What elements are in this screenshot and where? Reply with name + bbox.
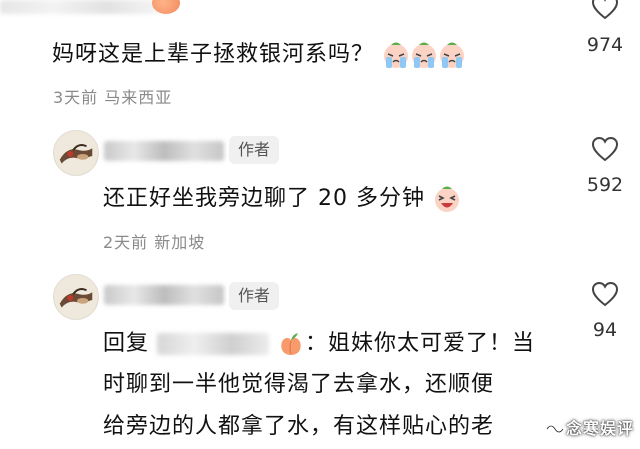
laughing-face-emoji <box>433 185 461 213</box>
comment-text-line-1: 回复 ：姐妹你太可爱了！当 <box>103 330 536 358</box>
comment-meta: 3天前 马来西亚 <box>53 88 173 107</box>
author-username-blurred[interactable] <box>104 141 224 161</box>
crying-face-emoji <box>410 41 438 69</box>
author-tag: 作者 <box>229 136 280 164</box>
comment-text-line-2: 时聊到一半他觉得渴了去拿水，还顺便 <box>103 372 495 397</box>
like-heart-icon[interactable] <box>591 281 619 307</box>
comment-text-line-3: 给旁边的人都拿了水，有这样贴心的老 <box>103 414 495 439</box>
comment-meta: 2天前 新加坡 <box>103 233 206 252</box>
like-heart-icon[interactable] <box>591 136 619 162</box>
previous-username-blurred <box>0 0 160 14</box>
avatar[interactable] <box>53 274 99 320</box>
peach-emoji <box>277 330 305 358</box>
comment-text: 还正好坐我旁边聊了 20 多分钟 <box>103 180 461 213</box>
like-count: 592 <box>586 174 624 196</box>
like-count: 94 <box>592 319 618 341</box>
crying-face-emoji <box>438 41 466 69</box>
avatar[interactable] <box>53 130 99 176</box>
reply-target-username-blurred[interactable] <box>157 333 270 355</box>
watermark: 念寒娱评 <box>545 415 634 439</box>
like-heart-icon[interactable] <box>591 0 619 20</box>
like-count: 974 <box>586 34 624 56</box>
comment-text: 妈呀这是上辈子拯救银河系吗？ <box>52 36 466 69</box>
watermark-logo-icon <box>545 421 564 435</box>
author-username-blurred[interactable] <box>104 285 224 305</box>
crying-face-emoji <box>382 41 410 69</box>
author-tag: 作者 <box>229 282 280 310</box>
